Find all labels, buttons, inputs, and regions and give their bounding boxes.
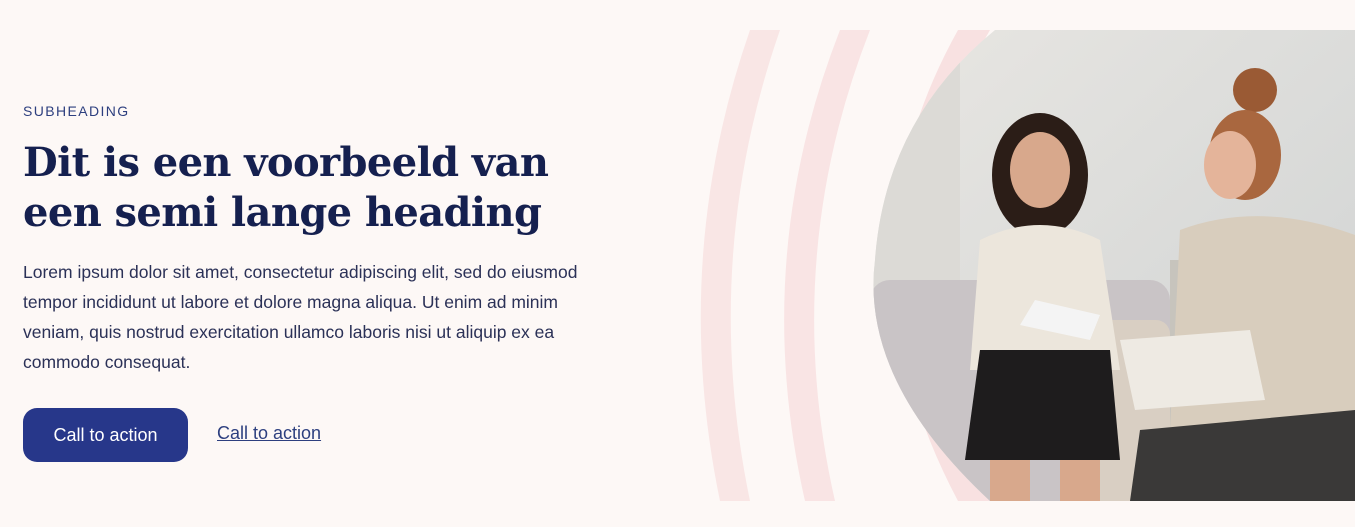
hero-body-text: Lorem ipsum dolor sit amet, consectetur … [23,262,578,372]
decorative-arc-outer [700,30,780,501]
secondary-cta-link[interactable]: Call to action [217,423,321,444]
primary-cta-button[interactable]: Call to action [23,408,188,462]
decorative-arc-middle [784,30,870,501]
hero-photo [873,30,1355,501]
hero-image-graphic [700,30,1355,501]
hero-heading: Dit is een voorbeeld van een semi lange … [23,139,549,236]
hero-image-area [690,30,1355,501]
hero-section: SUBHEADING Dit is een voorbeeld van een … [0,0,1355,527]
subheading: SUBHEADING [23,103,130,119]
